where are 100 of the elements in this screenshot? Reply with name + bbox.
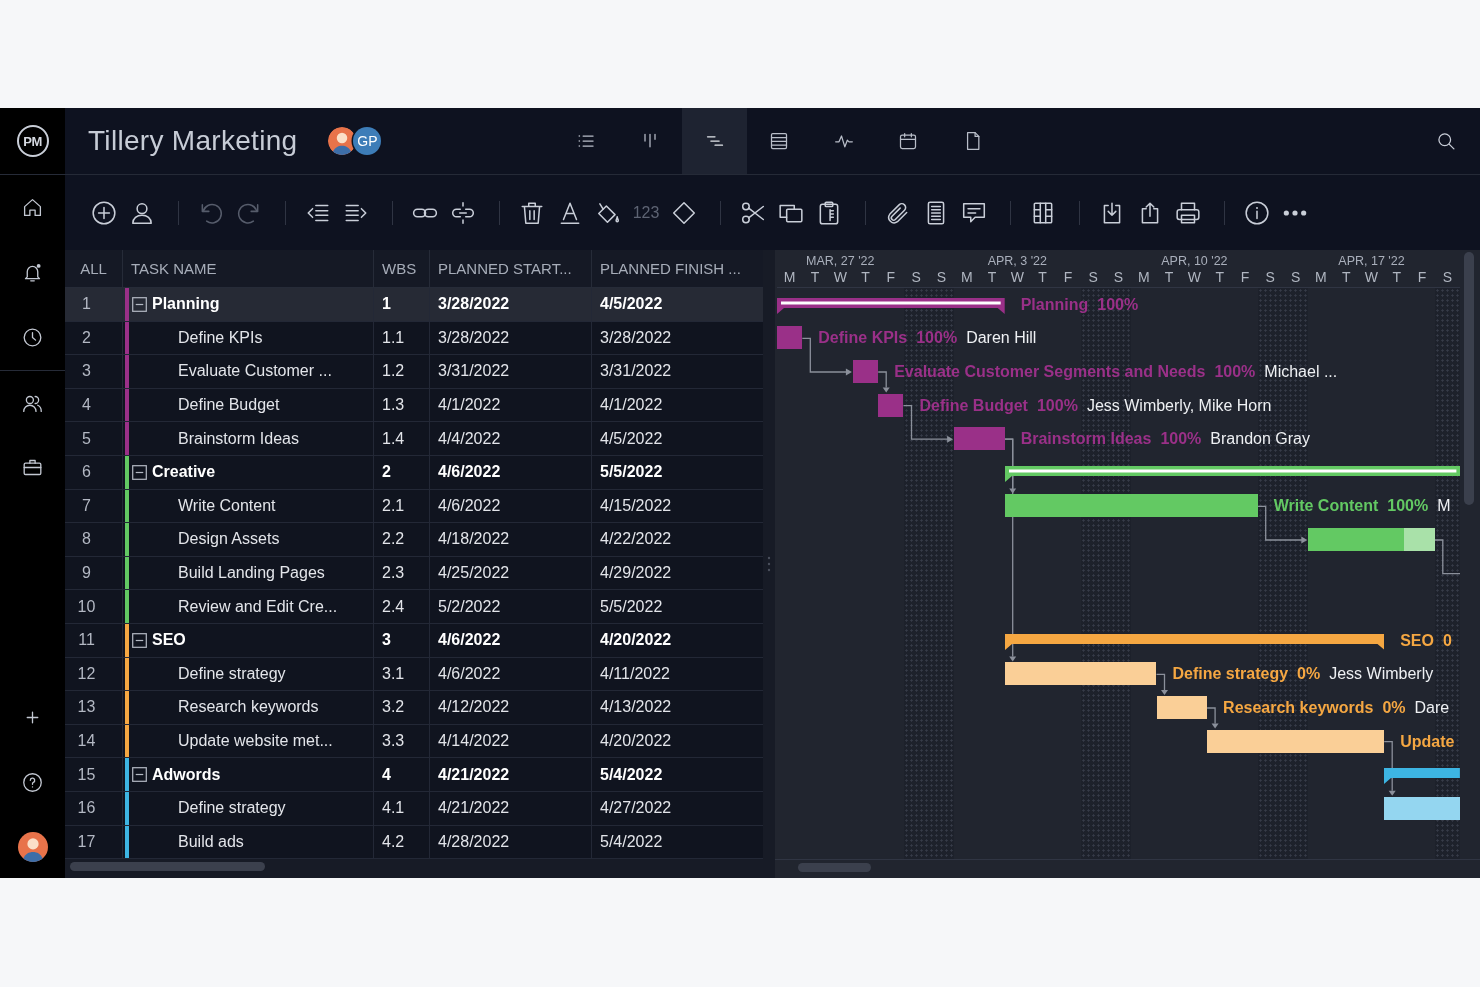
table-row[interactable]: 11 SEO 3 4/6/2022 4/20/2022	[65, 623, 763, 658]
row-number: 16	[77, 799, 96, 818]
finish-date: 5/5/2022	[600, 597, 663, 616]
grip-icon[interactable]	[767, 556, 771, 572]
column-header[interactable]: TASK NAME	[131, 260, 217, 277]
table-row[interactable]: 10 Review and Edit Cre... 2.4 5/2/2022 5/5/2022	[65, 590, 763, 624]
table-row[interactable]: 3 Evaluate Customer ... 1.2 3/31/2022 3/31/2022	[65, 355, 763, 389]
task-name: Research keywords	[178, 698, 319, 717]
scrollbar-thumb[interactable]	[70, 862, 265, 872]
scrollbar-thumb[interactable]	[1464, 252, 1475, 505]
day-label: M	[1315, 268, 1327, 285]
minus-box-icon[interactable]	[132, 767, 147, 783]
bar-label: Update	[1400, 731, 1455, 752]
finish-date: 4/29/2022	[600, 564, 672, 583]
minus-box-icon[interactable]	[132, 296, 147, 312]
project-title: Tillery Marketing	[88, 125, 298, 157]
day-label: T	[1215, 268, 1224, 285]
day-label: T	[810, 268, 820, 285]
table-row[interactable]: 7 Write Content 2.1 4/6/2022 4/15/2022	[65, 489, 763, 524]
day-label: F	[1240, 268, 1250, 285]
clock-icon[interactable]	[22, 327, 43, 348]
assignee-name: Brandon Gray	[1210, 429, 1310, 450]
column-header[interactable]: PLANNED FINISH ...	[600, 260, 741, 277]
minus-box-icon[interactable]	[132, 632, 147, 648]
minus-box-icon[interactable]	[132, 464, 147, 480]
wbs-number: 2.3	[382, 564, 405, 583]
briefcase-icon[interactable]	[22, 457, 43, 478]
wbs-number: 2.1	[382, 496, 405, 515]
bar-percent: 0%	[1297, 664, 1321, 685]
day-label: F	[1063, 268, 1073, 285]
wbs-number: 1	[382, 295, 391, 314]
week-label: APR, 17 '22	[1338, 253, 1405, 268]
wbs-number: 2	[382, 463, 391, 482]
start-date: 4/6/2022	[438, 631, 501, 650]
printer-icon[interactable]	[1175, 199, 1201, 226]
finish-date: 5/4/2022	[600, 832, 663, 851]
member-avatar[interactable]: GP	[353, 127, 382, 155]
table-row[interactable]: 5 Brainstorm Ideas 1.4 4/4/2022 4/5/2022	[65, 422, 763, 456]
summary-bar[interactable]	[1004, 465, 1461, 482]
task-bar[interactable]	[1384, 796, 1461, 820]
table-row[interactable]: 13 Research keywords 3.2 4/12/2022 4/13/2022	[65, 691, 763, 725]
column-header[interactable]: PLANNED START...	[438, 260, 572, 277]
bar-label: Define KPIs	[818, 328, 908, 349]
user-avatar-icon[interactable]	[17, 831, 48, 862]
summary-bar[interactable]	[1384, 768, 1461, 785]
finish-date: 4/22/2022	[600, 530, 672, 549]
app-logo[interactable]: PM	[16, 125, 49, 157]
unlink-icon[interactable]	[450, 199, 476, 226]
task-name: Evaluate Customer ...	[178, 362, 332, 381]
info-icon[interactable]	[1244, 199, 1270, 226]
wbs-number: 1.2	[382, 362, 405, 381]
day-label: T	[1341, 268, 1351, 285]
table-row[interactable]: 8 Design Assets 2.2 4/18/2022 4/22/2022	[65, 523, 763, 557]
table-row[interactable]: 4 Define Budget 1.3 4/1/2022 4/1/2022	[65, 388, 763, 423]
start-date: 3/28/2022	[438, 328, 510, 347]
table-row[interactable]: 14 Update website met... 3.3 4/14/2022 4/20/2022	[65, 724, 763, 759]
day-label: S	[911, 268, 921, 285]
help-icon[interactable]	[22, 772, 43, 793]
dependency-arrow	[1383, 740, 1396, 796]
table-row[interactable]: 15 Adwords 4 4/21/2022 5/4/2022	[65, 758, 763, 792]
summary-bar[interactable]	[1004, 633, 1385, 650]
table-row[interactable]: 16 Define strategy 4.1 4/21/2022 4/27/2022	[65, 791, 763, 826]
table-row[interactable]: 6 Creative 2 4/6/2022 5/5/2022	[65, 455, 763, 490]
day-label: S	[1442, 268, 1453, 285]
row-number: 9	[82, 564, 91, 583]
task-name: Define Budget	[178, 396, 280, 415]
plus-circle-icon[interactable]	[91, 199, 117, 226]
day-label: T	[987, 268, 997, 285]
start-date: 4/21/2022	[438, 765, 510, 784]
search-icon[interactable]	[1436, 131, 1456, 151]
diamond-icon[interactable]	[671, 199, 697, 226]
table-row[interactable]: 12 Define strategy 3.1 4/6/2022 4/11/2022	[65, 657, 763, 692]
wbs-number: 2.4	[382, 597, 405, 616]
start-date: 4/18/2022	[438, 530, 510, 549]
day-label: M	[960, 268, 973, 285]
bar-percent: 100%	[1214, 362, 1256, 382]
assignee-name: Dare	[1414, 698, 1450, 718]
task-name: Brainstorm Ideas	[178, 429, 299, 448]
home-icon[interactable]	[22, 197, 43, 218]
day-label: W	[1010, 268, 1024, 285]
table-row[interactable]: 2 Define KPIs 1.1 3/28/2022 3/28/2022	[65, 321, 763, 356]
table-row[interactable]: 9 Build Landing Pages 2.3 4/25/2022 4/29/2022	[65, 556, 763, 591]
trash-icon[interactable]	[519, 199, 545, 226]
summary-bar[interactable]	[777, 297, 1005, 314]
table-row[interactable]: 1 Planning 1 3/28/2022 4/5/2022	[65, 288, 763, 322]
task-progress-fill[interactable]	[1004, 494, 1258, 518]
column-header[interactable]: ALL	[80, 260, 107, 277]
sheet-view-icon[interactable]	[769, 131, 790, 151]
start-date: 3/31/2022	[438, 362, 510, 381]
column-header[interactable]: WBS	[382, 260, 417, 277]
row-number: 5	[82, 429, 91, 448]
dependency-arrow	[1206, 707, 1219, 729]
calendar-view-icon[interactable]	[898, 131, 919, 151]
task-bar[interactable]	[1004, 662, 1157, 686]
week-label: APR, 10 '22	[1161, 253, 1228, 268]
bell-icon[interactable]	[22, 262, 43, 283]
scrollbar-thumb[interactable]	[798, 863, 871, 873]
task-name: Build Landing Pages	[178, 564, 325, 583]
task-bar[interactable]	[1207, 729, 1385, 753]
task-bar[interactable]	[1156, 696, 1208, 719]
